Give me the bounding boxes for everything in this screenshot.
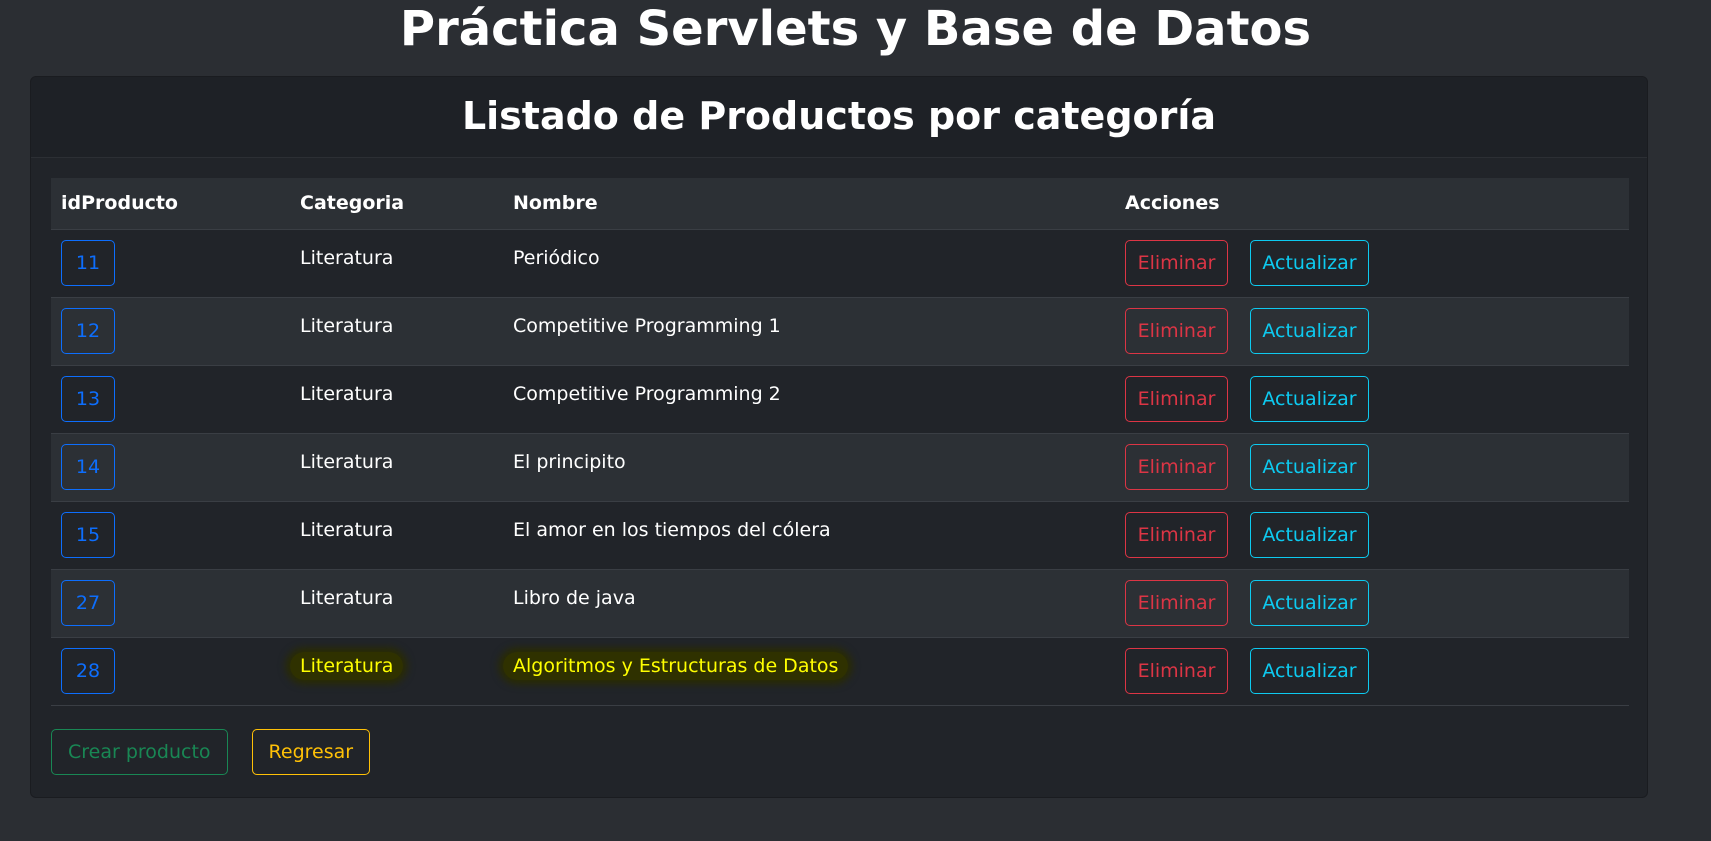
delete-button[interactable]: Eliminar <box>1125 511 1228 558</box>
delete-button[interactable]: Eliminar <box>1125 443 1228 490</box>
table-row: 14 Literatura El principito Eliminar Actu… <box>51 433 1629 502</box>
products-card: Listado de Productos por categoría idPro… <box>30 76 1648 798</box>
actions-cell: Eliminar Actualizar <box>1115 433 1629 502</box>
actions-cell: Eliminar Actualizar <box>1115 637 1629 706</box>
product-id-button[interactable]: 28 <box>61 647 115 694</box>
table-row: 12 Literatura Competitive Programming 1 … <box>51 297 1629 366</box>
header-categoria: Categoria <box>290 178 503 230</box>
category-cell: Literatura <box>290 569 503 638</box>
update-button[interactable]: Actualizar <box>1250 579 1369 626</box>
table-row: 27 Literatura Libro de java Eliminar Actu… <box>51 569 1629 638</box>
update-button[interactable]: Actualizar <box>1250 375 1369 422</box>
delete-button[interactable]: Eliminar <box>1125 239 1228 286</box>
category-cell: Literatura <box>290 365 503 434</box>
product-id-button[interactable]: 14 <box>61 443 115 490</box>
update-button[interactable]: Actualizar <box>1250 511 1369 558</box>
name-cell: Libro de java <box>503 569 1115 638</box>
product-id-button[interactable]: 11 <box>61 239 115 286</box>
name-cell: Competitive Programming 2 <box>503 365 1115 434</box>
table-header-row: idProducto Categoria Nombre Acciones <box>51 178 1629 230</box>
header-nombre: Nombre <box>503 178 1115 230</box>
category-cell: Literatura <box>290 433 503 502</box>
update-button[interactable]: Actualizar <box>1250 647 1369 694</box>
footer-actions: Crear producto Regresar <box>51 729 371 775</box>
delete-button[interactable]: Eliminar <box>1125 375 1228 422</box>
update-button[interactable]: Actualizar <box>1250 239 1369 286</box>
back-button[interactable]: Regresar <box>251 729 371 775</box>
category-cell: Literatura <box>290 229 503 298</box>
update-button[interactable]: Actualizar <box>1250 307 1369 354</box>
actions-cell: Eliminar Actualizar <box>1115 569 1629 638</box>
actions-cell: Eliminar Actualizar <box>1115 501 1629 570</box>
delete-button[interactable]: Eliminar <box>1125 307 1228 354</box>
product-id-button[interactable]: 27 <box>61 579 115 626</box>
products-table: idProducto Categoria Nombre Acciones 11 … <box>51 178 1629 706</box>
product-id-button[interactable]: 13 <box>61 375 115 422</box>
category-cell: Literatura <box>290 501 503 570</box>
name-cell: Competitive Programming 1 <box>503 297 1115 366</box>
product-id-button[interactable]: 15 <box>61 511 115 558</box>
name-cell: El amor en los tiempos del cólera <box>503 501 1115 570</box>
table-row: 13 Literatura Competitive Programming 2 … <box>51 365 1629 434</box>
page-title: Práctica Servlets y Base de Datos <box>399 1 1312 57</box>
name-cell: El principito <box>503 433 1115 502</box>
actions-cell: Eliminar Actualizar <box>1115 365 1629 434</box>
delete-button[interactable]: Eliminar <box>1125 647 1228 694</box>
products-table-wrapper: idProducto Categoria Nombre Acciones 11 … <box>51 178 1629 706</box>
product-id-button[interactable]: 12 <box>61 307 115 354</box>
header-acciones: Acciones <box>1115 178 1629 230</box>
actions-cell: Eliminar Actualizar <box>1115 229 1629 298</box>
actions-cell: Eliminar Actualizar <box>1115 297 1629 366</box>
category-cell: Literatura <box>290 297 503 366</box>
table-row: 11 Literatura Periódico Eliminar Actualiz… <box>51 229 1629 298</box>
card-header: Listado de Productos por categoría <box>31 77 1647 158</box>
category-cell-highlighted: Literatura <box>290 651 404 680</box>
table-row: 15 Literatura El amor en los tiempos del… <box>51 501 1629 570</box>
header-idproducto: idProducto <box>51 178 290 230</box>
update-button[interactable]: Actualizar <box>1250 443 1369 490</box>
create-product-button[interactable]: Crear producto <box>51 729 228 775</box>
delete-button[interactable]: Eliminar <box>1125 579 1228 626</box>
table-row: 28 Literatura Algoritmos y Estructuras d… <box>51 637 1629 706</box>
name-cell-highlighted: Algoritmos y Estructuras de Datos <box>503 651 849 680</box>
name-cell: Periódico <box>503 229 1115 298</box>
